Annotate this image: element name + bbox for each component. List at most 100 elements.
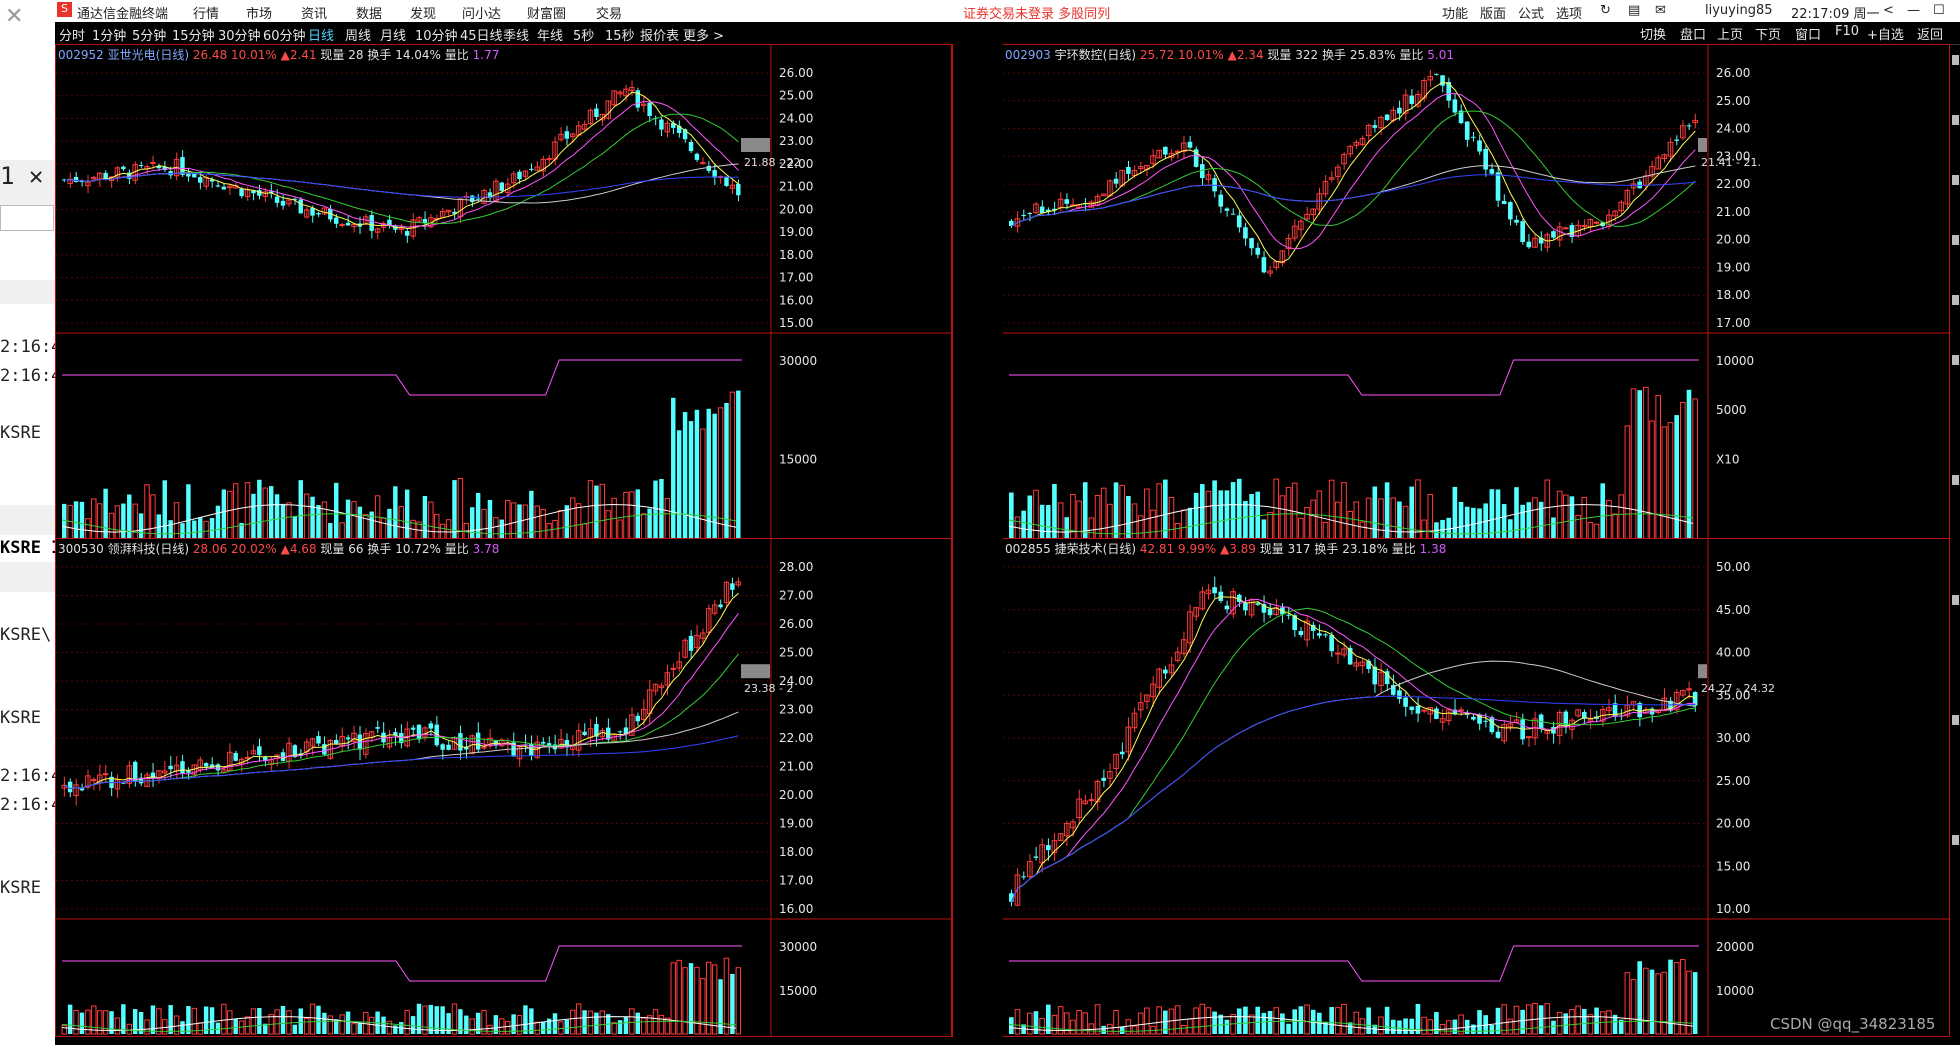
volume-bar bbox=[1661, 426, 1668, 540]
orderbook-button[interactable]: 盘口 bbox=[1680, 24, 1706, 43]
volume-bar bbox=[1341, 482, 1347, 540]
period-5sec[interactable]: 5秒 bbox=[573, 25, 594, 44]
candle-body bbox=[1212, 587, 1217, 594]
period-5min[interactable]: 5分钟 bbox=[132, 25, 166, 44]
period-45day[interactable]: 45日线 bbox=[460, 25, 503, 44]
volume-bar bbox=[470, 507, 475, 539]
candle-body bbox=[1119, 751, 1125, 755]
volume-bar bbox=[1427, 1019, 1434, 1035]
chart-panel-002903[interactable]: 002903 宇环数控(日线) 25.72 10.01% ▲2.34 现量 32… bbox=[1002, 44, 1950, 542]
menu-function[interactable]: 功能 bbox=[1442, 3, 1468, 22]
strip-close-row[interactable]: 1 ✕ bbox=[0, 162, 43, 190]
y-tick-label: 18.00 bbox=[779, 845, 813, 859]
candlestick-chart[interactable]: 28.0027.0026.0025.0024.0023.0022.0021.00… bbox=[56, 539, 951, 1036]
moving-average-line bbox=[64, 653, 739, 790]
volume-bar bbox=[1285, 487, 1292, 540]
menu-market[interactable]: 行情 bbox=[193, 3, 219, 22]
candle-body bbox=[428, 723, 434, 729]
volume-bar bbox=[303, 1018, 310, 1035]
volume-bar bbox=[316, 505, 321, 539]
volume-bar bbox=[611, 1022, 617, 1035]
volume-bar bbox=[523, 1005, 528, 1034]
period-15sec[interactable]: 15秒 bbox=[605, 25, 635, 44]
page-down-button[interactable]: 下页 bbox=[1755, 24, 1781, 43]
volume-bar bbox=[345, 499, 351, 539]
period-60min[interactable]: 60分钟 bbox=[263, 25, 306, 44]
volume-bar bbox=[1286, 1023, 1291, 1034]
volume-bar bbox=[623, 1017, 629, 1034]
candlestick-chart[interactable]: 26.0025.0024.0023.0022.0021.0020.0019.00… bbox=[56, 45, 951, 541]
strip-dropdown[interactable] bbox=[0, 205, 54, 231]
volume-bar bbox=[1551, 517, 1556, 539]
minimize-icon[interactable]: — bbox=[1907, 3, 1920, 18]
refresh-icon[interactable]: ↻ bbox=[1600, 3, 1611, 18]
menu-ask[interactable]: 问小达 bbox=[462, 3, 501, 22]
menu-markets[interactable]: 市场 bbox=[246, 3, 272, 22]
chart-panel-002952[interactable]: 002952 亚世光电(日线) 26.48 10.01% ▲2.41 现量 28… bbox=[55, 44, 952, 542]
period-weekly[interactable]: 周线 bbox=[345, 25, 371, 44]
volume-bar bbox=[1125, 1019, 1132, 1035]
volume-bar bbox=[1402, 505, 1409, 540]
candle-body bbox=[1483, 148, 1488, 170]
menu-data[interactable]: 数据 bbox=[356, 3, 382, 22]
period-15min[interactable]: 15分钟 bbox=[172, 25, 215, 44]
menu-layout[interactable]: 版面 bbox=[1480, 3, 1506, 22]
volume-bar bbox=[286, 502, 292, 540]
period-30min[interactable]: 30分钟 bbox=[218, 25, 261, 44]
candle-body bbox=[334, 739, 339, 744]
candle-body bbox=[73, 177, 79, 182]
maximize-icon[interactable]: ☐ bbox=[1933, 3, 1945, 18]
f10-button[interactable]: F10 bbox=[1835, 24, 1859, 39]
volume-bar bbox=[481, 1009, 487, 1035]
volume-bar bbox=[1637, 390, 1643, 539]
window-button[interactable]: 窗口 bbox=[1795, 24, 1821, 43]
volume-bar bbox=[706, 408, 711, 539]
menu-discover[interactable]: 发现 bbox=[410, 3, 436, 22]
more-periods[interactable]: 更多 > bbox=[683, 25, 724, 44]
candlestick-chart[interactable]: 50.0045.0040.0035.0030.0025.0020.0015.00… bbox=[1003, 539, 1949, 1036]
right-edge-scroll[interactable] bbox=[1950, 55, 1960, 1035]
volume-bar bbox=[339, 1014, 345, 1035]
strip-time: 2:16:49 bbox=[0, 366, 55, 386]
candle-body bbox=[1298, 631, 1304, 635]
menu-formula[interactable]: 公式 bbox=[1518, 3, 1544, 22]
back-arrow-icon[interactable]: < bbox=[1883, 3, 1894, 18]
period-yearly[interactable]: 年线 bbox=[537, 25, 563, 44]
switch-button[interactable]: 切换 bbox=[1640, 24, 1666, 43]
return-button[interactable]: 返回 bbox=[1917, 24, 1943, 43]
volume-bar bbox=[635, 489, 640, 539]
period-intraday[interactable]: 分时 bbox=[59, 25, 85, 44]
quote-table-link[interactable]: 报价表 bbox=[640, 25, 679, 44]
candlestick-chart[interactable]: 26.0025.0024.0023.0022.0021.0020.0019.00… bbox=[1003, 45, 1949, 541]
volume-bar bbox=[1630, 979, 1637, 1035]
volume-bar bbox=[1009, 1017, 1014, 1034]
candle-body bbox=[1021, 214, 1026, 216]
menu-options[interactable]: 选项 bbox=[1556, 3, 1582, 22]
candle-body bbox=[706, 165, 711, 171]
close-icon[interactable]: ✕ bbox=[5, 4, 23, 29]
y-tick-label: 20.00 bbox=[779, 788, 813, 802]
y-tick-label: 22.00 bbox=[1716, 177, 1750, 191]
page-up-button[interactable]: 上页 bbox=[1717, 24, 1743, 43]
candle-body bbox=[700, 162, 706, 165]
username[interactable]: liyuying85 bbox=[1705, 3, 1773, 18]
volume-bar bbox=[552, 1013, 558, 1034]
period-1min[interactable]: 1分钟 bbox=[92, 25, 126, 44]
period-monthly[interactable]: 月线 bbox=[380, 25, 406, 44]
candle-body bbox=[1249, 238, 1254, 249]
candle-body bbox=[310, 208, 315, 216]
period-daily[interactable]: 日线 bbox=[308, 25, 334, 44]
chart-panel-002855[interactable]: 002855 捷荣技术(日线) 42.81 9.99% ▲3.89 现量 317… bbox=[1002, 538, 1950, 1037]
menu-news[interactable]: 资讯 bbox=[301, 3, 327, 22]
calculator-icon[interactable]: ▤ bbox=[1628, 3, 1640, 18]
volume-bar bbox=[1489, 1025, 1495, 1034]
chart-panel-300530[interactable]: 300530 领湃科技(日线) 28.06 20.02% ▲4.68 现量 66… bbox=[55, 538, 952, 1037]
volume-bar bbox=[227, 490, 233, 540]
add-watchlist-button[interactable]: +自选 bbox=[1867, 24, 1904, 43]
menu-wealth[interactable]: 财富圈 bbox=[527, 3, 566, 22]
volume-bar bbox=[735, 967, 742, 1035]
period-quarterly[interactable]: 季线 bbox=[503, 25, 529, 44]
period-10min[interactable]: 10分钟 bbox=[415, 25, 458, 44]
mail-icon[interactable]: ✉ bbox=[1655, 3, 1666, 18]
menu-trade[interactable]: 交易 bbox=[596, 3, 622, 22]
